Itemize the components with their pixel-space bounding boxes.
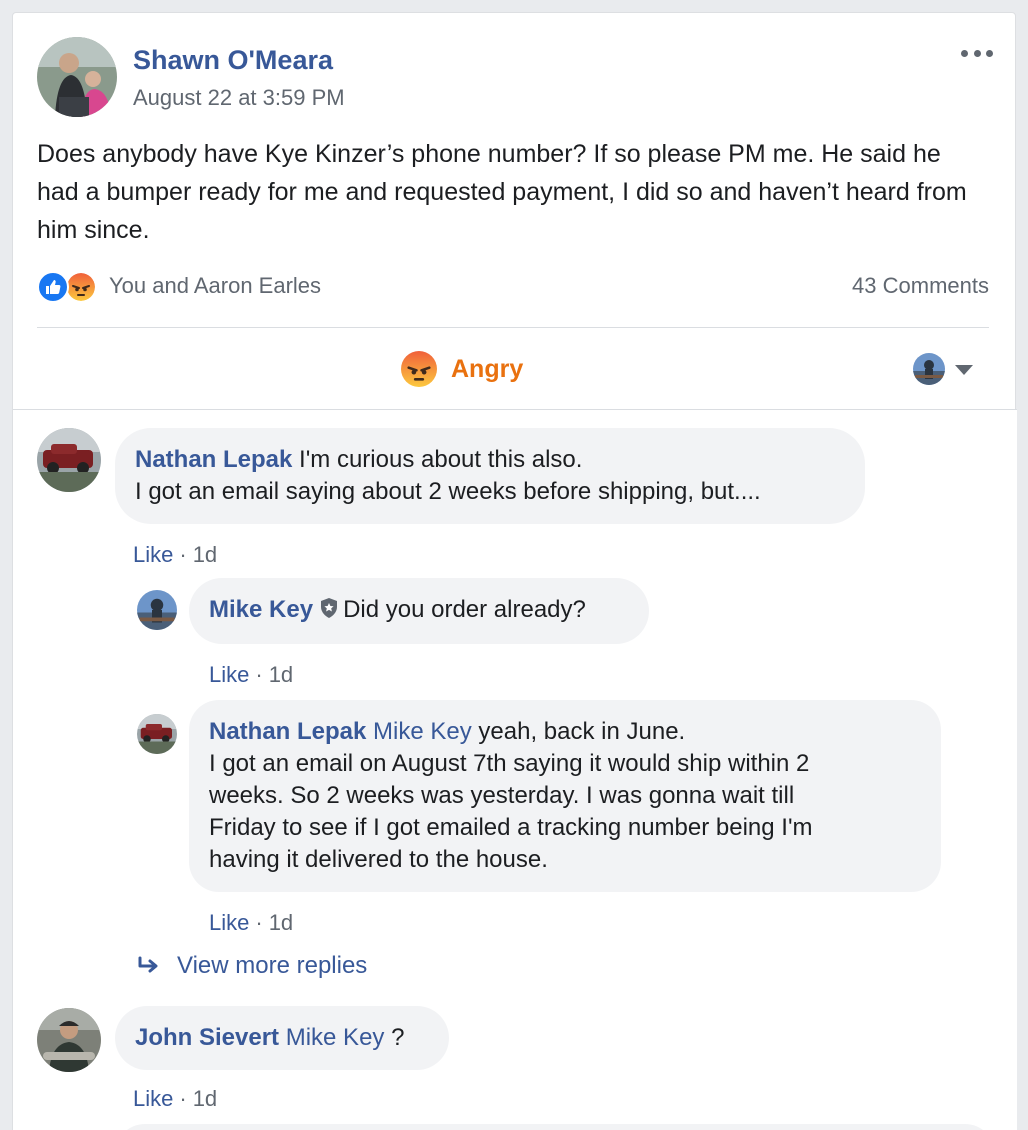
like-reaction-icon xyxy=(37,271,69,303)
reaction-icons[interactable] xyxy=(37,271,103,303)
comment-age[interactable]: 1d xyxy=(269,910,293,935)
separator: · xyxy=(255,910,263,935)
comment-text: weeks. So 2 weeks was yesterday. I was g… xyxy=(209,782,795,809)
view-more-replies-link[interactable]: View more replies xyxy=(137,950,367,982)
comment-author[interactable]: Nathan Lepak xyxy=(209,718,366,745)
next-comment-bubble-edge xyxy=(115,1124,995,1130)
like-link[interactable]: Like xyxy=(133,542,173,567)
comments-count-link[interactable]: 43 Comments xyxy=(852,273,989,299)
comment-age[interactable]: 1d xyxy=(269,662,293,687)
comment-meta: Like · 1d xyxy=(133,542,217,568)
dot xyxy=(961,49,968,57)
angry-face-icon xyxy=(401,351,437,387)
author-avatar[interactable] xyxy=(37,37,117,117)
current-user-avatar xyxy=(913,353,945,385)
comment-author[interactable]: Mike Key xyxy=(209,596,313,623)
comment-meta: Like · 1d xyxy=(209,910,293,936)
admin-shield-icon xyxy=(321,598,338,618)
like-link[interactable]: Like xyxy=(209,910,249,935)
separator: · xyxy=(255,662,263,687)
separator: · xyxy=(179,542,187,567)
comment-text: I got an email on August 7th saying it w… xyxy=(209,750,810,777)
comment-text: I got an email saying about 2 weeks befo… xyxy=(135,478,761,505)
post-body-text: Does anybody have Kye Kinzer’s phone num… xyxy=(37,140,967,244)
comment-meta: Like · 1d xyxy=(133,1086,217,1112)
comment-author[interactable]: John Sievert xyxy=(135,1024,279,1051)
chevron-down-icon xyxy=(955,365,973,375)
comment-text: yeah, back in June. xyxy=(478,718,686,745)
comment-text: I'm curious about this also. xyxy=(299,446,583,473)
comment-text: Friday to see if I got emailed a trackin… xyxy=(209,814,813,841)
comment-bubble: Nathan Lepak Mike Key yeah, back in June… xyxy=(189,700,941,892)
post-card: Shawn O'Meara August 22 at 3:59 PM Does … xyxy=(12,12,1017,1130)
mention-link[interactable]: Mike Key xyxy=(373,718,472,745)
post-timestamp[interactable]: August 22 at 3:59 PM xyxy=(133,85,345,111)
dot xyxy=(986,49,993,57)
reply-arrow-icon xyxy=(138,956,158,973)
next-comment-avatar-edge xyxy=(37,1122,107,1130)
dot xyxy=(973,49,981,57)
reaction-button-label: Angry xyxy=(451,354,524,383)
separator: · xyxy=(179,1086,187,1111)
comment-text: having it delivered to the house. xyxy=(209,846,548,873)
more-options-icon[interactable] xyxy=(957,41,997,65)
commenter-avatar[interactable] xyxy=(37,428,101,492)
reactions-summary: You and Aaron Earles 43 Comments xyxy=(37,269,989,305)
view-more-replies-label: View more replies xyxy=(177,952,368,979)
comments-section: Nathan Lepak I'm curious about this also… xyxy=(13,409,1017,1130)
comment-as-selector[interactable] xyxy=(913,353,977,387)
post-header: Shawn O'Meara August 22 at 3:59 PM xyxy=(37,37,997,117)
commenter-avatar[interactable] xyxy=(137,590,177,630)
comment-bubble: John Sievert Mike Key ? xyxy=(115,1006,449,1070)
action-bar: Angry xyxy=(13,329,1017,409)
comment-text: ? xyxy=(391,1024,405,1051)
commenter-avatar[interactable] xyxy=(137,714,177,754)
like-link[interactable]: Like xyxy=(133,1086,173,1111)
comment-age[interactable]: 1d xyxy=(193,542,217,567)
comment-bubble: Nathan Lepak I'm curious about this also… xyxy=(115,428,865,524)
comment-bubble: Mike Key Did you order already? xyxy=(189,578,649,644)
comment-text: Did you order already? xyxy=(343,596,586,623)
commenter-avatar[interactable] xyxy=(37,1008,101,1072)
comment-author[interactable]: Nathan Lepak xyxy=(135,446,292,473)
reaction-button[interactable]: Angry xyxy=(401,349,523,389)
reaction-names[interactable]: You and Aaron Earles xyxy=(109,273,321,299)
mention-link[interactable]: Mike Key xyxy=(286,1024,385,1051)
angry-reaction-icon xyxy=(65,271,97,303)
post-author-name[interactable]: Shawn O'Meara xyxy=(133,45,333,76)
comment-meta: Like · 1d xyxy=(209,662,293,688)
comment-age[interactable]: 1d xyxy=(193,1086,217,1111)
like-link[interactable]: Like xyxy=(209,662,249,687)
divider xyxy=(37,327,989,328)
